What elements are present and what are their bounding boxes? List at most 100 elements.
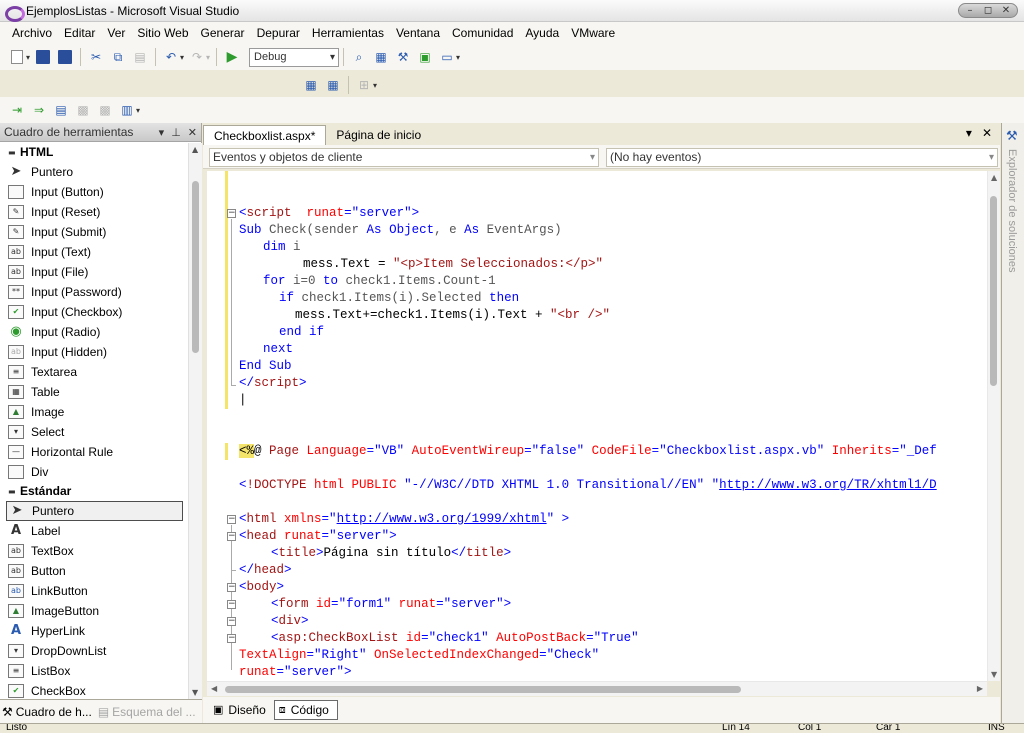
toolbox-item[interactable]: ab Button bbox=[6, 561, 188, 581]
toolbox-item[interactable]: ab LinkButton bbox=[6, 581, 188, 601]
toolbox-item[interactable]: ✎ Input (Submit) bbox=[6, 222, 188, 242]
collapse-icon[interactable]: − bbox=[227, 617, 236, 626]
disabled-icon-1[interactable]: ▩ bbox=[74, 101, 92, 119]
close-button[interactable]: ✕ bbox=[999, 5, 1013, 17]
scroll-left-icon[interactable]: ◀ bbox=[211, 684, 217, 693]
toolbox-item[interactable]: ab Input (Hidden) bbox=[6, 342, 188, 362]
scroll-down-icon[interactable]: ▼ bbox=[192, 688, 198, 697]
toolbox-group-html[interactable]: ▬ HTML bbox=[6, 143, 188, 162]
toolbox-item[interactable]: ≡ ListBox bbox=[6, 661, 188, 681]
menu-depurar[interactable]: Depurar bbox=[251, 22, 306, 44]
new-dropdown-icon[interactable]: ▾ bbox=[26, 53, 30, 62]
toolbox-item[interactable]: Input (Button) bbox=[6, 182, 188, 202]
menu-archivo[interactable]: Archivo bbox=[6, 22, 58, 44]
menu-ver[interactable]: Ver bbox=[101, 22, 131, 44]
cut-icon[interactable]: ✂ bbox=[87, 48, 105, 66]
scroll-down-icon[interactable]: ▼ bbox=[991, 670, 997, 679]
menu-editar[interactable]: Editar bbox=[58, 22, 101, 44]
toolbox-item[interactable]: ▲ ImageButton bbox=[6, 601, 188, 621]
new-project-icon[interactable] bbox=[8, 48, 26, 66]
menu-sitio-web[interactable]: Sitio Web bbox=[131, 22, 194, 44]
collapse-icon[interactable]: − bbox=[227, 532, 236, 541]
vertical-scroll-thumb[interactable] bbox=[990, 196, 997, 386]
toolbar-options-icon[interactable]: ▾ bbox=[456, 53, 460, 62]
menu-comunidad[interactable]: Comunidad bbox=[446, 22, 519, 44]
toolbox-item[interactable]: ✔ CheckBox bbox=[6, 681, 188, 699]
toolbox-item[interactable]: A Label bbox=[6, 521, 188, 541]
collapse-icon[interactable]: − bbox=[227, 209, 236, 218]
solution-explorer-strip[interactable]: ⚒ Explorador de soluciones bbox=[1001, 123, 1024, 723]
scroll-up-icon[interactable]: ▲ bbox=[192, 145, 198, 154]
editor-vertical-scrollbar[interactable]: ▲ ▼ bbox=[987, 171, 1000, 681]
toolbox-item[interactable]: ▾ Select bbox=[6, 422, 188, 442]
toolbox-item[interactable]: ab Input (File) bbox=[6, 262, 188, 282]
toolbox-item[interactable]: ✔ Input (Checkbox) bbox=[6, 302, 188, 322]
layout-options-icon[interactable]: ▾ bbox=[373, 81, 377, 90]
tab-list-icon[interactable]: ▾ bbox=[966, 126, 972, 140]
toolbox-item[interactable]: A HyperLink bbox=[6, 621, 188, 641]
solution-config-select[interactable]: Debug bbox=[249, 47, 340, 67]
properties-icon[interactable]: ▦ bbox=[372, 48, 390, 66]
horizontal-scroll-thumb[interactable] bbox=[225, 686, 741, 693]
undo-icon[interactable]: ↶ bbox=[162, 48, 180, 66]
toolbox-item[interactable]: Div bbox=[6, 462, 188, 482]
start-debug-icon[interactable]: ▶ bbox=[223, 48, 241, 66]
format-icon[interactable]: ▥ bbox=[118, 101, 136, 119]
collapse-icon[interactable]: ▬ bbox=[8, 482, 20, 501]
page-icon[interactable]: ▤ bbox=[52, 101, 70, 119]
position-icon[interactable]: ⊞ bbox=[355, 76, 373, 94]
client-events-select[interactable]: (No hay eventos) bbox=[606, 148, 998, 167]
code-editor[interactable]: − − − − − − − <script runat="server"> Su… bbox=[207, 171, 987, 681]
toolbox-item[interactable]: ▾ DropDownList bbox=[6, 641, 188, 661]
table-insert-icon[interactable]: ▦ bbox=[302, 76, 320, 94]
command-window-icon[interactable]: ▭ bbox=[438, 48, 456, 66]
tab-design[interactable]: ▣ Diseño bbox=[209, 700, 274, 720]
redo-dropdown-icon[interactable]: ▾ bbox=[206, 53, 210, 62]
tab-start-page[interactable]: Página de inicio bbox=[326, 125, 431, 145]
toolbox-item[interactable]: ▲ Image bbox=[6, 402, 188, 422]
menu-generar[interactable]: Generar bbox=[195, 22, 251, 44]
find-in-files-icon[interactable]: ⌕ bbox=[350, 48, 368, 66]
toolbox-scroll-thumb[interactable] bbox=[192, 181, 199, 353]
disabled-icon-2[interactable]: ▩ bbox=[96, 101, 114, 119]
client-objects-select[interactable]: Eventos y objetos de cliente bbox=[209, 148, 599, 167]
toolbox-item[interactable]: — Horizontal Rule bbox=[6, 442, 188, 462]
editor-horizontal-scrollbar[interactable]: ◀ ▶ bbox=[207, 681, 987, 696]
object-browser-icon[interactable]: ▣ bbox=[416, 48, 434, 66]
collapse-icon[interactable]: − bbox=[227, 515, 236, 524]
toolbox-item[interactable]: ▦ Table bbox=[6, 382, 188, 402]
menu-vmware[interactable]: VMware bbox=[565, 22, 621, 44]
tab-code[interactable]: ⧈ Código bbox=[273, 700, 338, 720]
maximize-button[interactable]: ◻ bbox=[981, 5, 995, 17]
toolbox-item[interactable]: ab TextBox bbox=[6, 541, 188, 561]
minimize-button[interactable]: – bbox=[963, 5, 977, 17]
scroll-up-icon[interactable]: ▲ bbox=[991, 173, 997, 182]
toolbox-item[interactable]: ➤ Puntero bbox=[6, 501, 183, 521]
toolbox-menu-icon[interactable]: ▾ bbox=[159, 123, 165, 142]
pin-icon[interactable]: ⊥ bbox=[171, 123, 181, 142]
toolbox-item[interactable]: ab Input (Text) bbox=[6, 242, 188, 262]
collapse-icon[interactable]: − bbox=[227, 634, 236, 643]
toolbox-item[interactable]: ◉ Input (Radio) bbox=[6, 322, 188, 342]
toolbox-item[interactable]: ➤ Puntero bbox=[6, 162, 188, 182]
collapse-icon[interactable]: − bbox=[227, 583, 236, 592]
copy-icon[interactable]: ⧉ bbox=[109, 48, 127, 66]
menu-ventana[interactable]: Ventana bbox=[390, 22, 446, 44]
toolbox-item[interactable]: ≡ Textarea bbox=[6, 362, 188, 382]
collapse-icon[interactable]: ▬ bbox=[8, 143, 20, 162]
collapse-icon[interactable]: − bbox=[227, 600, 236, 609]
toolbox-group-estandar[interactable]: ▬ Estándar bbox=[6, 482, 188, 501]
toolbox-item[interactable]: ** Input (Password) bbox=[6, 282, 188, 302]
step-icon[interactable]: ⇒ bbox=[30, 101, 48, 119]
toolbox-close-icon[interactable]: ✕ bbox=[188, 123, 197, 142]
tab-document-outline[interactable]: ▤ Esquema del ... bbox=[96, 705, 200, 719]
add-item-icon[interactable]: ⇥ bbox=[8, 101, 26, 119]
tab-toolbox[interactable]: ⚒ Cuadro de h... bbox=[0, 705, 96, 719]
redo-icon[interactable]: ↷ bbox=[188, 48, 206, 66]
menu-herramientas[interactable]: Herramientas bbox=[306, 22, 390, 44]
tools-icon[interactable]: ⚒ bbox=[394, 48, 412, 66]
web-toolbar-options-icon[interactable]: ▾ bbox=[136, 106, 140, 115]
toolbox-scrollbar[interactable]: ▲ ▼ bbox=[188, 143, 202, 699]
scroll-right-icon[interactable]: ▶ bbox=[977, 684, 983, 693]
menu-ayuda[interactable]: Ayuda bbox=[519, 22, 565, 44]
